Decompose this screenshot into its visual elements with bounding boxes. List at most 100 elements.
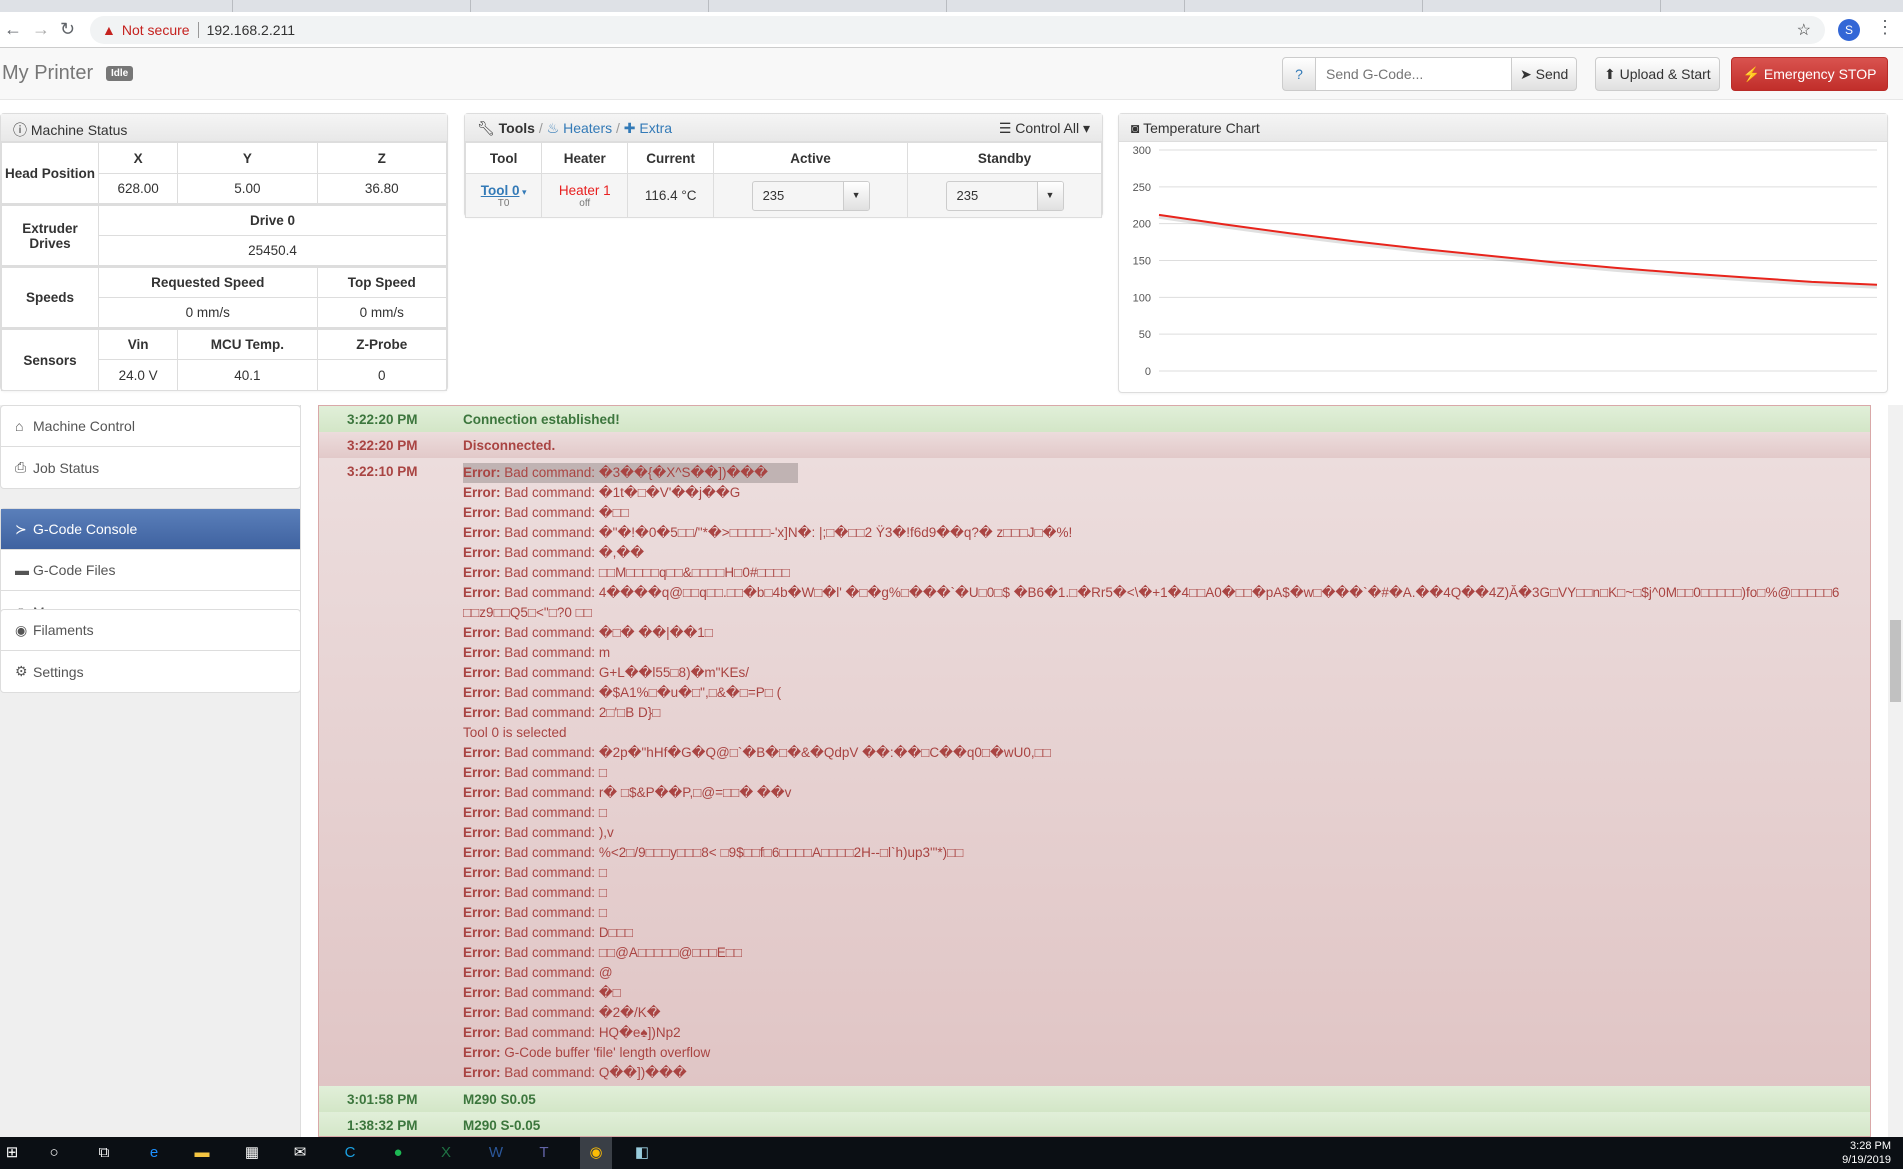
spotify-icon[interactable]: ● [386,1142,410,1164]
active-temp-input[interactable]: 235 ▼ [751,180,870,211]
taskbar: ⊞ ○ ⧉ e ▬ ▦ ✉ C ● X W T ◉ ◧ 3:28 PM 9/19/… [0,1137,1903,1169]
sidebar-item-settings[interactable]: ⚙ Settings [1,651,300,692]
mcu-header: MCU Temp. [177,328,318,360]
control-all-dropdown[interactable]: ☰ Control All ▾ [999,120,1090,136]
mail-icon[interactable]: ✉ [288,1142,312,1164]
forward-icon[interactable]: → [32,19,50,40]
search-icon[interactable]: ○ [42,1142,66,1164]
standby-temp-input[interactable]: 235 ▼ [945,180,1064,211]
teams-icon[interactable]: T [532,1142,556,1164]
clock[interactable]: 3:28 PM 9/19/2019 [1842,1139,1891,1167]
line-text: Bad command: �3��{�X^S��])��� [500,465,769,480]
drive-header: Drive 0 [98,204,447,236]
error-prefix: Error: [463,525,501,540]
sidebar-group: ◉ Filaments ⚙ Settings [0,609,301,693]
profile-avatar[interactable]: S [1838,19,1860,41]
col-active: Active [713,142,909,174]
extruder-label: Extruder Drives [1,204,99,267]
reload-icon[interactable]: ↻ [60,19,75,40]
line-text: Bad command: �,�� [500,545,645,560]
scrollbar[interactable] [1888,405,1903,1137]
windows-start-icon[interactable]: ⊞ [0,1142,24,1164]
speeds-label: Speeds [1,266,99,329]
send-button[interactable]: ➤ Send [1511,57,1578,91]
browser-tab[interactable] [470,0,471,12]
gcode-input[interactable] [1316,57,1511,91]
tab-extra[interactable]: Extra [639,120,672,136]
series-shadow [1158,214,1878,289]
console-line: Error: Bad command: %<2□/9□□□y□□□8< □9$□… [463,843,1870,863]
printer-name: My Printer [2,62,94,84]
line-text: Bad command: �1t�□�V'��j��G [500,485,741,500]
sidebar-item-g-code-console[interactable]: ≻ G-Code Console [1,509,300,550]
menu-icon[interactable]: ⋮ [1876,17,1894,38]
tab-heaters[interactable]: Heaters [563,120,612,136]
browser-toolbar: ← → ↻ ▲ Not secure 192.168.2.211 ☆ S ⋮ [0,12,1903,48]
temperature-chart: 300 250 200 150 100 50 0 [1133,145,1878,378]
line-text: Bad command: 2□'□B D}□ [500,705,661,720]
help-button[interactable]: ? [1282,57,1316,91]
console-line: Error: Bad command: �2�/K� [463,1003,1870,1023]
excel-icon[interactable]: X [434,1142,458,1164]
terminal-icon: ≻ [15,520,27,537]
edge-icon[interactable]: e [142,1142,166,1164]
console-line: Error: Bad command: □ [463,903,1870,923]
back-icon[interactable]: ← [4,19,22,40]
sidebar-item-job-status[interactable]: ⎙ Job Status [1,447,300,488]
line-text: Bad command: �□ [500,985,621,1000]
chevron-down-icon[interactable]: ▼ [842,181,869,210]
browser-tab[interactable] [1660,0,1661,12]
sidebar-item-filaments[interactable]: ◉ Filaments [1,610,300,651]
task-view-icon[interactable]: ⧉ [92,1142,116,1164]
upload-start-button[interactable]: ⬆ Upload & Start [1595,57,1720,91]
error-prefix: Error: [463,945,501,960]
sidebar-item-g-code-files[interactable]: ▬ G-Code Files [1,550,300,591]
browser-tab[interactable] [708,0,709,12]
panel-heading: 🔧︎ Tools / ♨ Heaters / ✚ Extra ☰ Control… [465,114,1102,142]
message-body: Error: Bad command: �3��{�X^S��])��� Erro… [463,463,1870,1083]
tool-0-dropdown[interactable]: Tool 0 [481,183,520,198]
error-prefix: Error: [463,685,501,700]
console-line: Error: Bad command: 4����q@□□q□□.□□�b□4b… [463,583,1870,623]
error-prefix: Error: [463,845,501,860]
temperature-series-line [1158,213,1878,286]
pos-z: 36.80 [316,173,448,205]
line-text: Bad command: r� □$&P��P,□@=□□� ��v [500,785,792,800]
browser-tab[interactable] [232,0,233,12]
plus-icon: ✚ [623,120,640,136]
tab-tools[interactable]: Tools [499,120,535,136]
chevron-down-icon[interactable]: ▼ [1036,181,1063,210]
error-prefix: Error: [463,785,501,800]
error-prefix: Error: [463,965,501,980]
heater-1-link[interactable]: Heater 1 [542,183,627,198]
cortana-app-icon[interactable]: C [338,1142,362,1164]
word-icon[interactable]: W [484,1142,508,1164]
chrome-icon[interactable]: ◉ [580,1137,612,1169]
browser-tab[interactable] [946,0,947,12]
sidebar-item-machine-control[interactable]: ⌂ Machine Control [1,406,300,447]
info-icon: ⓘ [13,122,31,138]
emergency-stop-button[interactable]: ⚡ Emergency STOP [1731,57,1888,91]
file-explorer-icon[interactable]: ▬ [190,1142,214,1164]
line-text: Bad command: �2p�"hHf�G�Q@□`�B�□�&�QdpV … [500,745,1051,760]
home-icon: ⌂ [15,418,24,434]
scrollbar-thumb[interactable] [1890,620,1901,702]
console-line: Error: Bad command: �2p�"hHf�G�Q@□`�B�□�… [463,743,1870,763]
message-time: 3:22:20 PM [347,437,418,453]
top-speed: 0 mm/s [316,297,448,329]
browser-tab[interactable] [1184,0,1185,12]
head-position-label: Head Position [1,142,99,205]
console-line: Error: Bad command: m [463,643,1870,663]
app-icon[interactable]: ◧ [630,1142,654,1164]
console-line: Error: Bad command: �□ [463,983,1870,1003]
error-prefix: Error: [463,765,501,780]
line-text: Bad command: Q��])��� [500,1065,687,1080]
line-text: Bad command: D□□□ [500,925,634,940]
store-icon[interactable]: ▦ [240,1142,264,1164]
message-time: 3:22:10 PM [347,464,418,479]
error-prefix: Error: [463,645,501,660]
address-bar[interactable]: ▲ Not secure 192.168.2.211 ☆ [90,16,1825,44]
star-icon[interactable]: ☆ [1797,20,1811,40]
line-text: Bad command: □ [500,905,607,920]
browser-tab[interactable] [1422,0,1423,12]
